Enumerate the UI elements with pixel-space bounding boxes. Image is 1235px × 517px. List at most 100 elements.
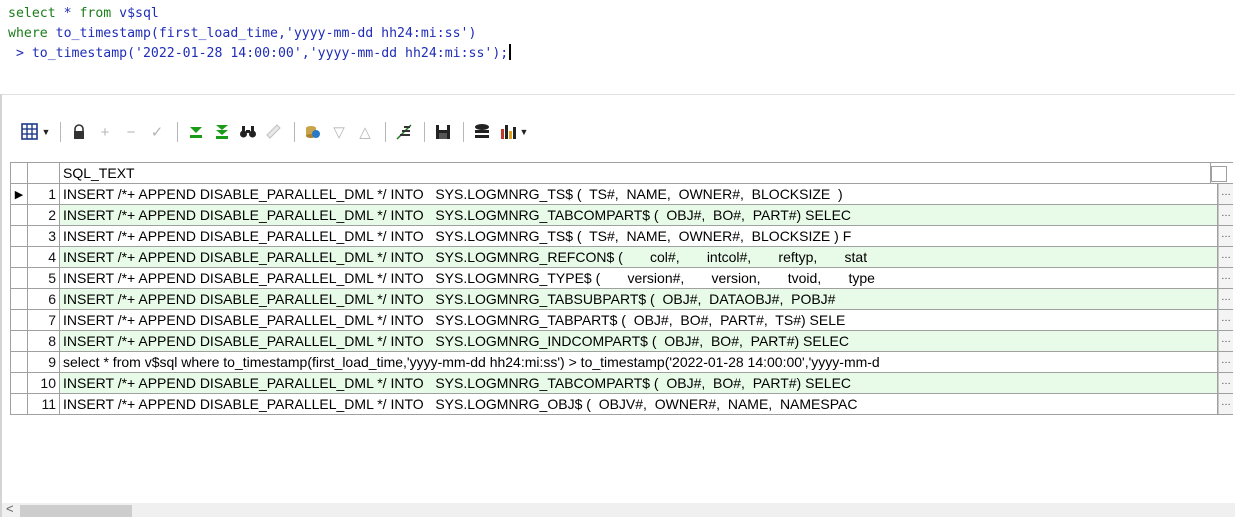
row-number: 3 (28, 226, 60, 246)
row-indicator[interactable] (11, 268, 28, 288)
save-icon[interactable] (431, 120, 455, 144)
export-tree-icon[interactable] (392, 120, 416, 144)
row-indicator[interactable] (11, 352, 28, 372)
text-caret (509, 44, 512, 60)
sql-text-cell[interactable]: INSERT /*+ APPEND DISABLE_PARALLEL_DML *… (60, 184, 1218, 204)
query-by-example-icon[interactable] (301, 120, 325, 144)
cell-ellipsis-button[interactable]: … (1218, 247, 1233, 267)
lock-icon[interactable] (67, 120, 91, 144)
keyword-select: select (8, 6, 56, 21)
checkmark-icon[interactable]: ✓ (145, 120, 169, 144)
chart-settings-icon[interactable] (470, 120, 494, 144)
row-indicator[interactable] (11, 310, 28, 330)
result-grid[interactable]: SQL_TEXT ▶ 1 INSERT /*+ APPEND DISABLE_PAR… (10, 162, 1233, 415)
row-number: 8 (28, 331, 60, 351)
cell-ellipsis-button[interactable]: … (1218, 310, 1233, 330)
editor-splitter[interactable] (0, 94, 1235, 103)
cell-ellipsis-button[interactable]: … (1218, 373, 1233, 393)
row-number: 10 (28, 373, 60, 393)
sql-text-cell[interactable]: INSERT /*+ APPEND DISABLE_PARALLEL_DML *… (60, 226, 1218, 246)
keyword-from: from (79, 6, 112, 21)
table-row[interactable]: 9 select * from v$sql where to_timestamp(… (11, 352, 1233, 373)
grid-header-row: SQL_TEXT (11, 163, 1233, 184)
sql-format-string-2: 'yyyy-mm-dd hh24:mi:ss' (309, 46, 493, 61)
column-header-box[interactable] (1211, 166, 1227, 182)
table-row[interactable]: 5 INSERT /*+ APPEND DISABLE_PARALLEL_DML … (11, 268, 1233, 289)
sql-function: to_timestamp(first_load_time, (47, 26, 286, 41)
table-row[interactable]: 6 INSERT /*+ APPEND DISABLE_PARALLEL_DML … (11, 289, 1233, 310)
data-grid-toolbar: ▼ + − ✓ ▽ △ ▼ (18, 120, 532, 144)
cell-ellipsis-button[interactable]: … (1218, 184, 1233, 204)
toolbar-separator (463, 122, 464, 142)
toolbar-separator (177, 122, 178, 142)
sql-text-cell[interactable]: INSERT /*+ APPEND DISABLE_PARALLEL_DML *… (60, 268, 1218, 288)
table-row[interactable]: 2 INSERT /*+ APPEND DISABLE_PARALLEL_DML … (11, 205, 1233, 226)
chevron-down-icon[interactable]: ▼ (518, 120, 530, 144)
table-row[interactable]: 4 INSERT /*+ APPEND DISABLE_PARALLEL_DML … (11, 247, 1233, 268)
sql-paren: ) (468, 26, 477, 41)
row-number: 7 (28, 310, 60, 330)
row-indicator[interactable] (11, 289, 28, 309)
table-row[interactable]: 3 INSERT /*+ APPEND DISABLE_PARALLEL_DML … (11, 226, 1233, 247)
sql-compare: > to_timestamp( (8, 46, 136, 61)
sql-editor[interactable]: select * from v$sql where to_timestamp(f… (0, 0, 1235, 95)
sql-end: ); (492, 46, 509, 61)
eraser-icon[interactable] (262, 120, 286, 144)
row-number: 9 (28, 352, 60, 372)
column-header-sql-text[interactable]: SQL_TEXT (60, 163, 1211, 183)
cell-ellipsis-button[interactable]: … (1218, 331, 1233, 351)
cell-ellipsis-button[interactable]: … (1218, 268, 1233, 288)
row-indicator[interactable] (11, 205, 28, 225)
row-indicator[interactable] (11, 394, 28, 414)
table-row[interactable]: 11 INSERT /*+ APPEND DISABLE_PARALLEL_DML… (11, 394, 1233, 415)
filter-up-icon[interactable]: △ (353, 120, 377, 144)
table-row[interactable]: 8 INSERT /*+ APPEND DISABLE_PARALLEL_DML … (11, 331, 1233, 352)
toolbar-separator (424, 122, 425, 142)
sql-text-cell[interactable]: INSERT /*+ APPEND DISABLE_PARALLEL_DML *… (60, 331, 1218, 351)
table-row[interactable]: 10 INSERT /*+ APPEND DISABLE_PARALLEL_DML… (11, 373, 1233, 394)
row-number: 2 (28, 205, 60, 225)
minus-icon[interactable]: − (119, 120, 143, 144)
bar-chart-icon[interactable] (496, 120, 520, 144)
row-indicator[interactable] (11, 373, 28, 393)
table-row[interactable]: 7 INSERT /*+ APPEND DISABLE_PARALLEL_DML … (11, 310, 1233, 331)
row-number: 6 (28, 289, 60, 309)
cell-ellipsis-button[interactable]: … (1218, 226, 1233, 246)
row-indicator[interactable] (11, 226, 28, 246)
scroll-left-icon[interactable]: < (6, 501, 14, 516)
sql-text-cell[interactable]: INSERT /*+ APPEND DISABLE_PARALLEL_DML *… (60, 373, 1218, 393)
cell-ellipsis-button[interactable]: … (1218, 394, 1233, 414)
chevron-down-icon[interactable]: ▼ (40, 120, 52, 144)
cell-ellipsis-button[interactable]: … (1218, 205, 1233, 225)
fetch-all-icon[interactable] (210, 120, 234, 144)
sql-editor-text[interactable]: select * from v$sql where to_timestamp(f… (0, 0, 1235, 64)
current-row-indicator-icon[interactable]: ▶ (11, 184, 28, 204)
sql-text-cell[interactable]: INSERT /*+ APPEND DISABLE_PARALLEL_DML *… (60, 289, 1218, 309)
table-row[interactable]: ▶ 1 INSERT /*+ APPEND DISABLE_PARALLEL_DML… (11, 184, 1233, 205)
sql-text-cell[interactable]: INSERT /*+ APPEND DISABLE_PARALLEL_DML *… (60, 394, 1218, 414)
sql-text-cell[interactable]: INSERT /*+ APPEND DISABLE_PARALLEL_DML *… (60, 205, 1218, 225)
row-indicator[interactable] (11, 331, 28, 351)
sql-text-cell[interactable]: INSERT /*+ APPEND DISABLE_PARALLEL_DML *… (60, 310, 1218, 330)
keyword-where: where (8, 26, 48, 41)
horizontal-scrollbar[interactable]: < (0, 501, 1235, 517)
filter-down-icon[interactable]: ▽ (327, 120, 351, 144)
row-number: 1 (28, 184, 60, 204)
row-number: 11 (28, 394, 60, 414)
row-number: 4 (28, 247, 60, 267)
sql-text-cell[interactable]: INSERT /*+ APPEND DISABLE_PARALLEL_DML *… (60, 247, 1218, 267)
sql-table: v$sql (111, 6, 159, 21)
toolbar-separator (294, 122, 295, 142)
grid-view-icon[interactable] (18, 120, 42, 144)
sql-format-string: 'yyyy-mm-dd hh24:mi:ss' (285, 26, 469, 41)
sql-text-cell[interactable]: select * from v$sql where to_timestamp(f… (60, 352, 1218, 372)
sql-star: * (55, 6, 80, 21)
fetch-next-icon[interactable] (184, 120, 208, 144)
header-number-cell (28, 163, 60, 183)
plus-icon[interactable]: + (93, 120, 117, 144)
binoculars-icon[interactable] (236, 120, 260, 144)
row-indicator[interactable] (11, 247, 28, 267)
cell-ellipsis-button[interactable]: … (1218, 289, 1233, 309)
cell-ellipsis-button[interactable]: … (1218, 352, 1233, 372)
scrollbar-thumb[interactable] (20, 505, 132, 517)
